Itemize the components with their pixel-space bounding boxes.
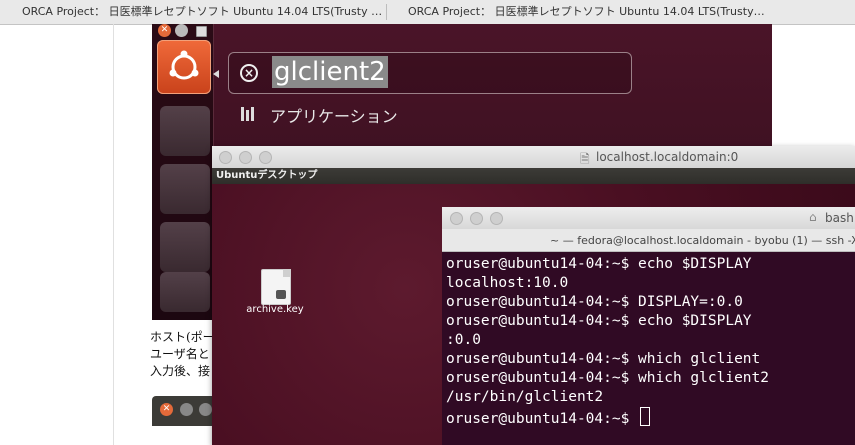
terminal-cursor <box>640 407 651 426</box>
browser-tab-2[interactable]: ORCA Project： 日医標準レセプトソフト Ubuntu 14.04 L… <box>400 2 765 22</box>
page-text-line-1: ホスト(ポー <box>150 330 215 344</box>
terminal-line: oruser@ubuntu14-04:~$ echo $DISPLAY <box>446 256 752 272</box>
terminal-line: :0.0 <box>446 332 481 348</box>
mini-maximize-button[interactable] <box>199 403 212 416</box>
terminal-line: oruser@ubuntu14-04:~$ echo $DISPLAY <box>446 313 752 329</box>
lock-icon <box>276 290 286 299</box>
x-window-minimize-button[interactable] <box>239 151 252 164</box>
x-window-title: localhost.localdomain:0 <box>596 150 739 164</box>
mini-close-button[interactable]: ✕ <box>160 403 173 416</box>
terminal-line: oruser@ubuntu14-04:~$ DISPLAY=:0.0 <box>446 294 743 310</box>
terminal-tab-title: bash <box>825 211 854 225</box>
home-folder-icon: ⌂ <box>809 210 817 224</box>
terminal-line: /usr/bin/glclient2 <box>446 389 604 405</box>
terminal-line: oruser@ubuntu14-04:~$ which glclient2 <box>446 370 770 386</box>
x-window-titlebar[interactable] <box>212 146 855 169</box>
calc-launcher-icon[interactable] <box>160 272 210 312</box>
files-launcher-icon[interactable] <box>160 106 210 156</box>
desktop-file-label[interactable]: archive.key <box>240 304 310 315</box>
launcher-active-arrow-icon <box>213 70 219 78</box>
firefox-launcher-icon[interactable] <box>160 164 210 214</box>
page-text-line-2: ユーザ名と <box>150 347 210 361</box>
terminal-minimize-button[interactable] <box>470 212 483 225</box>
x-window-close-button[interactable] <box>219 151 232 164</box>
dash-minimize-button[interactable] <box>175 24 188 37</box>
tab-separator <box>386 4 387 20</box>
terminal-subtitle: ~ — fedora@localhost.localdomain - byobu… <box>550 234 855 247</box>
file-icon[interactable] <box>261 269 291 305</box>
terminal-line: localhost:10.0 <box>446 275 569 291</box>
x-window-zoom-button[interactable] <box>259 151 272 164</box>
page-text-line-3: 入力後、接 <box>150 364 211 378</box>
terminal-close-button[interactable] <box>450 212 463 225</box>
terminal-prompt: oruser@ubuntu14-04:~$ <box>446 411 639 427</box>
terminal-zoom-button[interactable] <box>490 212 503 225</box>
dash-maximize-button[interactable] <box>196 26 207 37</box>
dash-close-button[interactable]: ✕ <box>158 24 171 37</box>
writer-launcher-icon[interactable] <box>160 222 210 272</box>
ubuntu-logo-icon[interactable] <box>157 40 211 94</box>
applications-category-label: アプリケーション <box>270 107 398 126</box>
dash-search-input[interactable]: glclient2 <box>272 56 388 88</box>
terminal-prompt-line[interactable]: oruser@ubuntu14-04:~$ <box>446 407 651 429</box>
browser-tab-1[interactable]: ORCA Project： 日医標準レセプトソフト Ubuntu 14.04 L… <box>14 2 384 22</box>
page-margin-line <box>113 24 114 445</box>
applications-lens-icon <box>240 105 258 123</box>
clear-search-icon[interactable]: × <box>240 64 258 82</box>
panel-title: Ubuntuデスクトップ <box>216 170 318 181</box>
terminal-titlebar[interactable] <box>442 207 855 230</box>
mini-minimize-button[interactable] <box>180 403 193 416</box>
terminal-line: oruser@ubuntu14-04:~$ which glclient <box>446 351 761 367</box>
